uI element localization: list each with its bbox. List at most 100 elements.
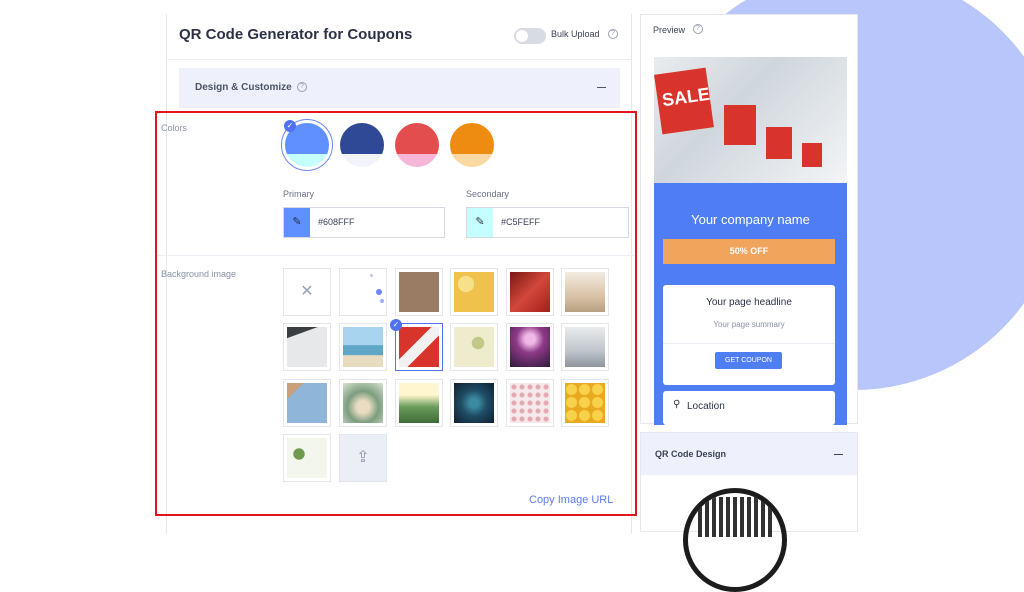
eyedropper-icon[interactable]: ✎ [467, 208, 493, 237]
thumb-fill [510, 327, 550, 367]
thumb-fill [510, 272, 550, 312]
collapse-icon[interactable] [834, 454, 843, 455]
bg-thumb-sale-flags[interactable] [395, 323, 443, 371]
preview-label: Preview [653, 25, 686, 35]
sale-flag [802, 143, 822, 167]
bg-thumb-night-sky[interactable] [450, 379, 498, 427]
phone-preview: SALE Your company name 50% OFF Your page… [654, 57, 847, 425]
thumb-fill [454, 327, 494, 367]
swatch-secondary [450, 153, 494, 167]
background-image-label: Background image [161, 269, 237, 279]
bulk-upload-label: Bulk Upload [551, 29, 600, 39]
thumb-fill [565, 327, 605, 367]
primary-color-input[interactable]: ✎ #608FFF [283, 207, 445, 238]
secondary-label: Secondary [466, 189, 510, 199]
check-icon: ✓ [284, 120, 296, 132]
bg-thumb-dots[interactable] [339, 268, 387, 316]
location-label: Location [687, 401, 725, 412]
primary-label: Primary [283, 189, 314, 199]
dot-shape [370, 274, 373, 277]
qr-design-panel: QR Code Design [640, 432, 858, 592]
thumb-fill [287, 438, 327, 478]
thumb-fill [343, 383, 383, 423]
bg-thumb-sunset-valley[interactable] [395, 379, 443, 427]
thumb-fill [454, 272, 494, 312]
thumb-fill [565, 272, 605, 312]
hero-image: SALE [654, 57, 847, 183]
secondary-color-value: #C5FEFF [501, 217, 541, 227]
bg-thumb-desk-paper[interactable] [283, 323, 331, 371]
sale-flag [724, 105, 756, 145]
x-icon: ✕ [300, 283, 314, 300]
bg-thumb-yellow-floral[interactable] [450, 268, 498, 316]
eyedropper-icon[interactable]: ✎ [284, 208, 310, 237]
thumb-fill [399, 272, 439, 312]
offer-badge: 50% OFF [663, 239, 835, 264]
bg-thumb-store-interior[interactable] [561, 268, 609, 316]
toggle-knob [516, 30, 528, 42]
thumb-fill [287, 383, 327, 423]
colors-label: Colors [161, 123, 188, 133]
thumb-fill [510, 383, 550, 423]
color-swatch-4[interactable] [450, 123, 494, 167]
get-coupon-button[interactable]: GET COUPON [715, 352, 782, 369]
check-icon: ✓ [390, 319, 402, 331]
page-title: QR Code Generator for Coupons [179, 26, 413, 43]
company-name: Your company name [691, 212, 810, 227]
design-customize-label: Design & Customize [195, 82, 292, 93]
thumb-fill [565, 383, 605, 423]
swatch-secondary [340, 153, 384, 167]
swatch-primary [340, 123, 384, 154]
bg-thumb-office[interactable] [561, 323, 609, 371]
bg-thumb-pink-dots[interactable] [506, 379, 554, 427]
bg-thumb-none[interactable]: ✕ [283, 268, 331, 316]
swatch-secondary [285, 153, 329, 167]
card-divider [663, 343, 835, 344]
bg-thumb-brown-texture[interactable] [395, 268, 443, 316]
help-icon[interactable]: ? [693, 24, 703, 34]
thumb-fill [343, 327, 383, 367]
dot-shape [380, 299, 384, 303]
qr-design-label: QR Code Design [655, 449, 727, 459]
thumb-fill [399, 383, 439, 423]
copy-image-url-link[interactable]: Copy Image URL [529, 494, 613, 506]
bg-thumb-red-abstract[interactable] [506, 268, 554, 316]
help-icon[interactable]: ? [608, 29, 618, 39]
bulk-upload-toggle[interactable] [514, 28, 546, 44]
secondary-color-input[interactable]: ✎ #C5FEFF [466, 207, 629, 238]
bg-thumb-beach-resort[interactable] [339, 323, 387, 371]
page-summary: Your page summary [713, 320, 785, 329]
collapse-icon[interactable] [597, 87, 606, 88]
help-icon[interactable]: ? [297, 82, 307, 92]
editor-header: QR Code Generator for Coupons Bulk Uploa… [167, 14, 631, 60]
cloud-upload-icon: ⇪ [356, 449, 370, 466]
headline-card: Your page headline Your page summary GET… [663, 285, 835, 385]
upload-image-button[interactable]: ⇪ [339, 434, 387, 482]
bg-thumb-emoji-pattern[interactable] [561, 379, 609, 427]
qr-code-image [683, 488, 787, 592]
color-swatch-2[interactable] [340, 123, 384, 167]
thumb-fill [399, 327, 439, 367]
page-headline: Your page headline [706, 297, 792, 308]
qr-design-header[interactable]: QR Code Design [641, 433, 857, 475]
bg-thumb-leaf-pattern[interactable] [450, 323, 498, 371]
primary-color-value: #608FFF [318, 217, 355, 227]
swatch-primary [450, 123, 494, 154]
bg-thumb-world-map[interactable] [283, 379, 331, 427]
design-customize-header[interactable]: Design & Customize ? [179, 68, 620, 108]
location-card: ⚲ Location [663, 391, 835, 425]
thumb-fill [454, 383, 494, 423]
section-divider [157, 255, 635, 256]
bg-thumb-palm-trees[interactable] [339, 379, 387, 427]
swatch-secondary [395, 153, 439, 167]
qr-pattern [698, 497, 772, 537]
preview-panel: Preview ? SALE Your company name 50% OFF… [640, 14, 858, 425]
map-pin-icon: ⚲ [673, 399, 681, 410]
sale-flag [766, 127, 792, 159]
thumb-fill [287, 327, 327, 367]
swatch-primary [395, 123, 439, 154]
bg-thumb-concert-lights[interactable] [506, 323, 554, 371]
dot-shape [376, 289, 382, 295]
color-swatch-3[interactable] [395, 123, 439, 167]
bg-thumb-green-leaves[interactable] [283, 434, 331, 482]
